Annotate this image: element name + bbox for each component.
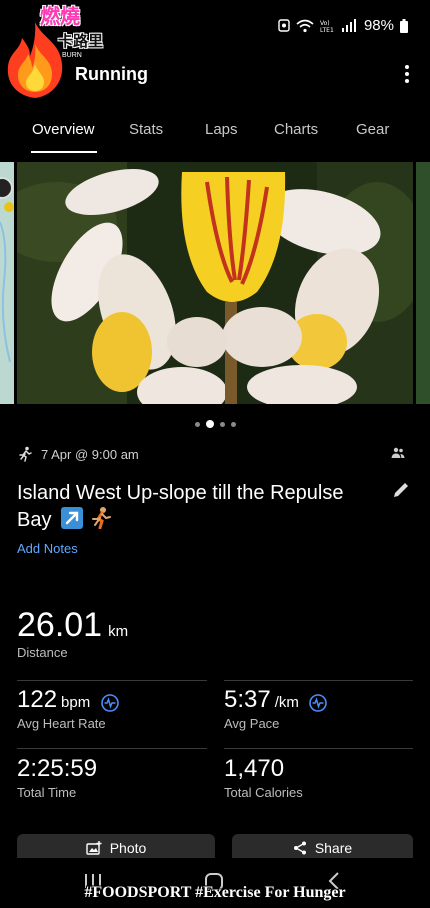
total-time-label: Total Time [17,785,77,800]
network-label: LTE1 [320,27,334,33]
tab-overview[interactable]: Overview [32,121,95,138]
activity-meta: 7 Apr @ 9:00 am [17,446,413,462]
photo-carousel[interactable] [0,162,430,404]
logo-line3: BURN [62,52,82,59]
tab-laps[interactable]: Laps [205,121,238,138]
activity-photo[interactable] [17,162,413,404]
heart-rate-stat: 122 bpm Avg Heart Rate [17,686,119,731]
heart-rate-value: 122 [17,686,58,713]
carousel-pagination [0,420,430,428]
status-icons: Vo) LTE1 98% [278,17,408,34]
active-tab-indicator [31,151,97,153]
tab-bar: Overview Stats Laps Charts Gear [0,108,430,154]
add-photo-icon [86,841,102,855]
activity-datetime: 7 Apr @ 9:00 am [41,446,139,462]
total-time-value: 2:25:59 [17,755,98,782]
more-vert-icon[interactable] [402,62,412,86]
carousel-dot[interactable] [230,421,236,427]
footer-hashtag: #FOODSPORT #Exercise For Hunger [84,884,346,901]
pulse-icon[interactable] [100,693,119,712]
distance-unit: km [108,623,129,640]
svg-text:Vo): Vo) [320,20,330,27]
carousel-dot[interactable] [194,421,200,427]
carousel-dot[interactable] [219,421,225,427]
signal-icon [341,19,356,32]
up-right-arrow-icon [61,507,84,529]
total-calories-value: 1,470 [224,755,285,782]
pace-label: Avg Pace [224,716,280,731]
activity-title-block[interactable]: Island West Up-slope till the Repulse Ba… [17,480,377,534]
battery-percentage: 98% [363,17,394,34]
battery-icon [400,18,408,33]
tab-gear[interactable]: Gear [356,121,389,138]
total-calories-stat: 1,470 Total Calories [224,755,303,800]
divider [17,680,207,681]
pulse-icon[interactable] [309,693,328,712]
pace-value: 5:37 [224,686,271,713]
distance-value: 26.01 [17,606,103,644]
share-icon [293,841,306,855]
divider [224,748,413,749]
total-calories-label: Total Calories [224,785,303,800]
photo-label: Photo [109,840,147,856]
next-slide[interactable] [416,162,430,404]
heart-rate-label: Avg Heart Rate [17,716,106,731]
running-icon [19,446,32,462]
tab-charts[interactable]: Charts [274,121,318,138]
tab-stats[interactable]: Stats [129,121,163,138]
logo-line1: 燃燒 [40,4,80,28]
divider [17,748,207,749]
wifi-icon [296,19,314,32]
runner-emoji-icon [89,507,113,530]
volte-icon: Vo)LTE1 [320,20,334,33]
distance-label: Distance [17,645,68,660]
pace-stat: 5:37/km Avg Pace [224,686,328,731]
previous-slide-map[interactable] [0,162,14,404]
alarm-icon [278,19,290,32]
divider [224,680,413,681]
add-notes-link[interactable]: Add Notes [17,541,78,556]
people-icon[interactable] [391,447,405,459]
page-title: Running [75,64,148,84]
burn-calories-logo: 燃燒 卡路里 BURN [0,4,110,100]
total-time-stat: 2:25:59 Total Time [17,755,97,800]
heart-rate-unit: bpm [61,694,91,711]
logo-line2: 卡路里 [58,32,104,50]
edit-pencil-icon[interactable] [392,481,410,499]
carousel-dot-active[interactable] [205,420,214,428]
pace-unit: /km [274,694,299,711]
distance-stat: 26.01 km Distance [17,606,128,660]
share-label: Share [314,840,353,856]
